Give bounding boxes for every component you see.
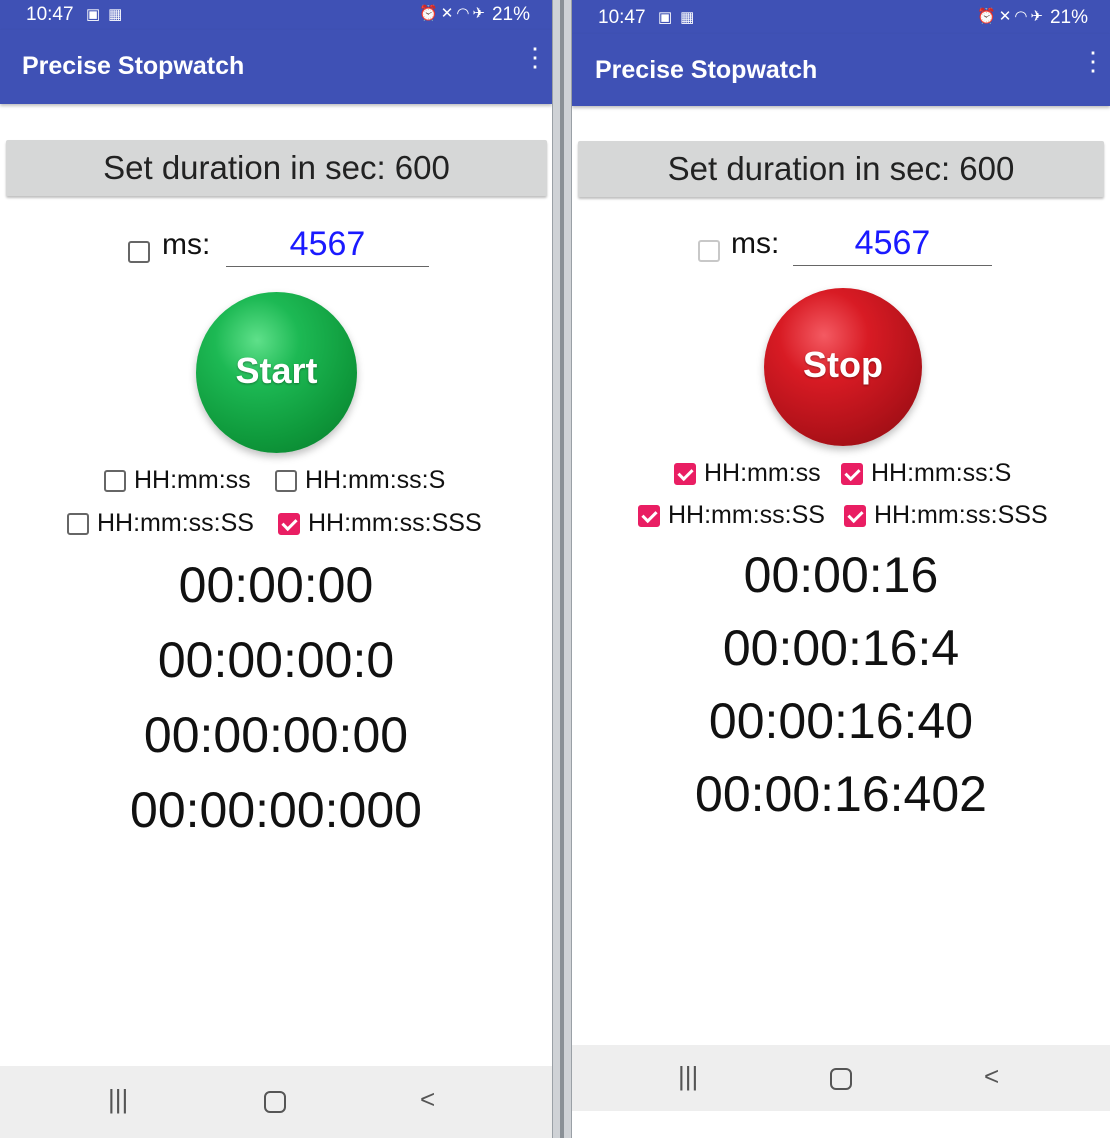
start-button[interactable]: Start: [196, 292, 357, 453]
format-label: HH:mm:ss: [704, 459, 821, 487]
more-vert-icon[interactable]: ⋮: [522, 44, 548, 82]
set-duration-button[interactable]: Set duration in sec: 600: [6, 140, 547, 196]
format-row-1: HH:mm:ss HH:mm:ss:S: [0, 466, 552, 500]
start-button-label: Start: [235, 350, 318, 391]
checkbox-box: [128, 241, 150, 264]
system-icons: ⏰✕◠✈: [977, 8, 1046, 25]
format-hhmmss-sss[interactable]: HH:mm:ss:SSS: [278, 509, 482, 538]
format-label: HH:mm:ss:SSS: [874, 501, 1048, 529]
time-hhmmss-ss: 00:00:00:00: [143, 707, 409, 763]
nav-bar: ||| <: [572, 1045, 1110, 1111]
recents-icon[interactable]: |||: [108, 1084, 128, 1115]
format-label: HH:mm:ss:SSS: [308, 509, 482, 537]
format-hhmmss-s[interactable]: HH:mm:ss:S: [275, 466, 445, 495]
format-row-1: HH:mm:ss HH:mm:ss:S: [572, 459, 1110, 493]
system-icons: ⏰✕◠✈: [419, 5, 488, 22]
format-label: HH:mm:ss:SS: [668, 501, 825, 529]
ms-row: ms: 4567: [0, 222, 552, 272]
divider-line: [560, 0, 564, 1138]
time-hhmmss: 00:00:00: [178, 557, 374, 613]
format-hhmmss-ss[interactable]: HH:mm:ss:SS: [67, 509, 254, 538]
time-hhmmss-ss: 00:00:16:40: [708, 693, 974, 749]
format-label: HH:mm:ss:S: [871, 459, 1012, 487]
status-bar: 10:47 ▣▦ ⏰✕◠✈ 21%: [572, 0, 1110, 34]
ms-input[interactable]: 4567: [793, 221, 992, 266]
back-icon[interactable]: <: [420, 1084, 435, 1115]
ms-label: ms:: [162, 228, 211, 261]
battery-level: 21%: [1049, 7, 1088, 28]
notification-icons: ▣▦: [658, 9, 703, 26]
more-vert-icon[interactable]: ⋮: [1080, 48, 1106, 86]
format-hhmmss[interactable]: HH:mm:ss: [674, 459, 821, 488]
checkbox-box: [844, 505, 866, 528]
format-hhmmss-ss[interactable]: HH:mm:ss:SS: [638, 501, 825, 530]
app-title: Precise Stopwatch: [595, 56, 818, 84]
set-duration-button[interactable]: Set duration in sec: 600: [578, 141, 1104, 197]
format-label: HH:mm:ss:SS: [97, 509, 254, 537]
checkbox-box: [275, 470, 297, 493]
left-screen: 10:47 ▣▦ ⏰✕◠✈ 21% Precise Stopwatch ⋮ Se…: [0, 0, 552, 1138]
nav-bar: ||| <: [0, 1066, 552, 1138]
stop-button-label: Stop: [803, 344, 883, 385]
ms-checkbox[interactable]: [128, 234, 150, 268]
time-hhmmss-s: 00:00:16:4: [722, 620, 960, 676]
notification-icons: ▣▦: [86, 6, 131, 23]
checkbox-box: [638, 505, 660, 528]
status-bar: 10:47 ▣▦ ⏰✕◠✈ 21%: [0, 0, 552, 30]
time-hhmmss-sss: 00:00:16:402: [695, 766, 987, 822]
app-bar: Precise Stopwatch ⋮: [0, 30, 552, 104]
home-icon[interactable]: [830, 1068, 852, 1090]
time-hhmmss-s: 00:00:00:0: [157, 632, 395, 688]
format-row-2: HH:mm:ss:SS HH:mm:ss:SSS: [0, 509, 552, 543]
recents-icon[interactable]: |||: [678, 1061, 698, 1092]
checkbox-box: [67, 513, 89, 536]
checkbox-box: [674, 463, 696, 486]
back-icon[interactable]: <: [984, 1061, 999, 1092]
status-time: 10:47: [598, 7, 646, 28]
app-title: Precise Stopwatch: [22, 52, 245, 80]
ms-label: ms:: [731, 227, 780, 260]
split-divider: [552, 0, 572, 1138]
ms-checkbox[interactable]: [698, 233, 720, 267]
checkbox-box: [698, 240, 720, 263]
format-hhmmss-sss[interactable]: HH:mm:ss:SSS: [844, 501, 1048, 530]
ms-input[interactable]: 4567: [226, 222, 429, 267]
stop-button[interactable]: Stop: [764, 288, 922, 446]
right-screen: 10:47 ▣▦ ⏰✕◠✈ 21% Precise Stopwatch ⋮ Se…: [572, 0, 1110, 1138]
ms-row: ms: 4567: [572, 221, 1110, 271]
app-bar: Precise Stopwatch ⋮: [572, 34, 1110, 106]
format-hhmmss-s[interactable]: HH:mm:ss:S: [841, 459, 1011, 488]
status-time: 10:47: [26, 4, 74, 25]
format-row-2: HH:mm:ss:SS HH:mm:ss:SSS: [572, 501, 1110, 535]
format-label: HH:mm:ss: [134, 466, 251, 494]
home-icon[interactable]: [264, 1091, 286, 1113]
checkbox-box: [104, 470, 126, 493]
checkbox-box: [278, 513, 300, 536]
format-label: HH:mm:ss:S: [305, 466, 446, 494]
battery-level: 21%: [491, 4, 530, 25]
format-hhmmss[interactable]: HH:mm:ss: [104, 466, 251, 495]
time-hhmmss: 00:00:16: [743, 547, 939, 603]
time-hhmmss-sss: 00:00:00:000: [130, 782, 422, 838]
checkbox-box: [841, 463, 863, 486]
